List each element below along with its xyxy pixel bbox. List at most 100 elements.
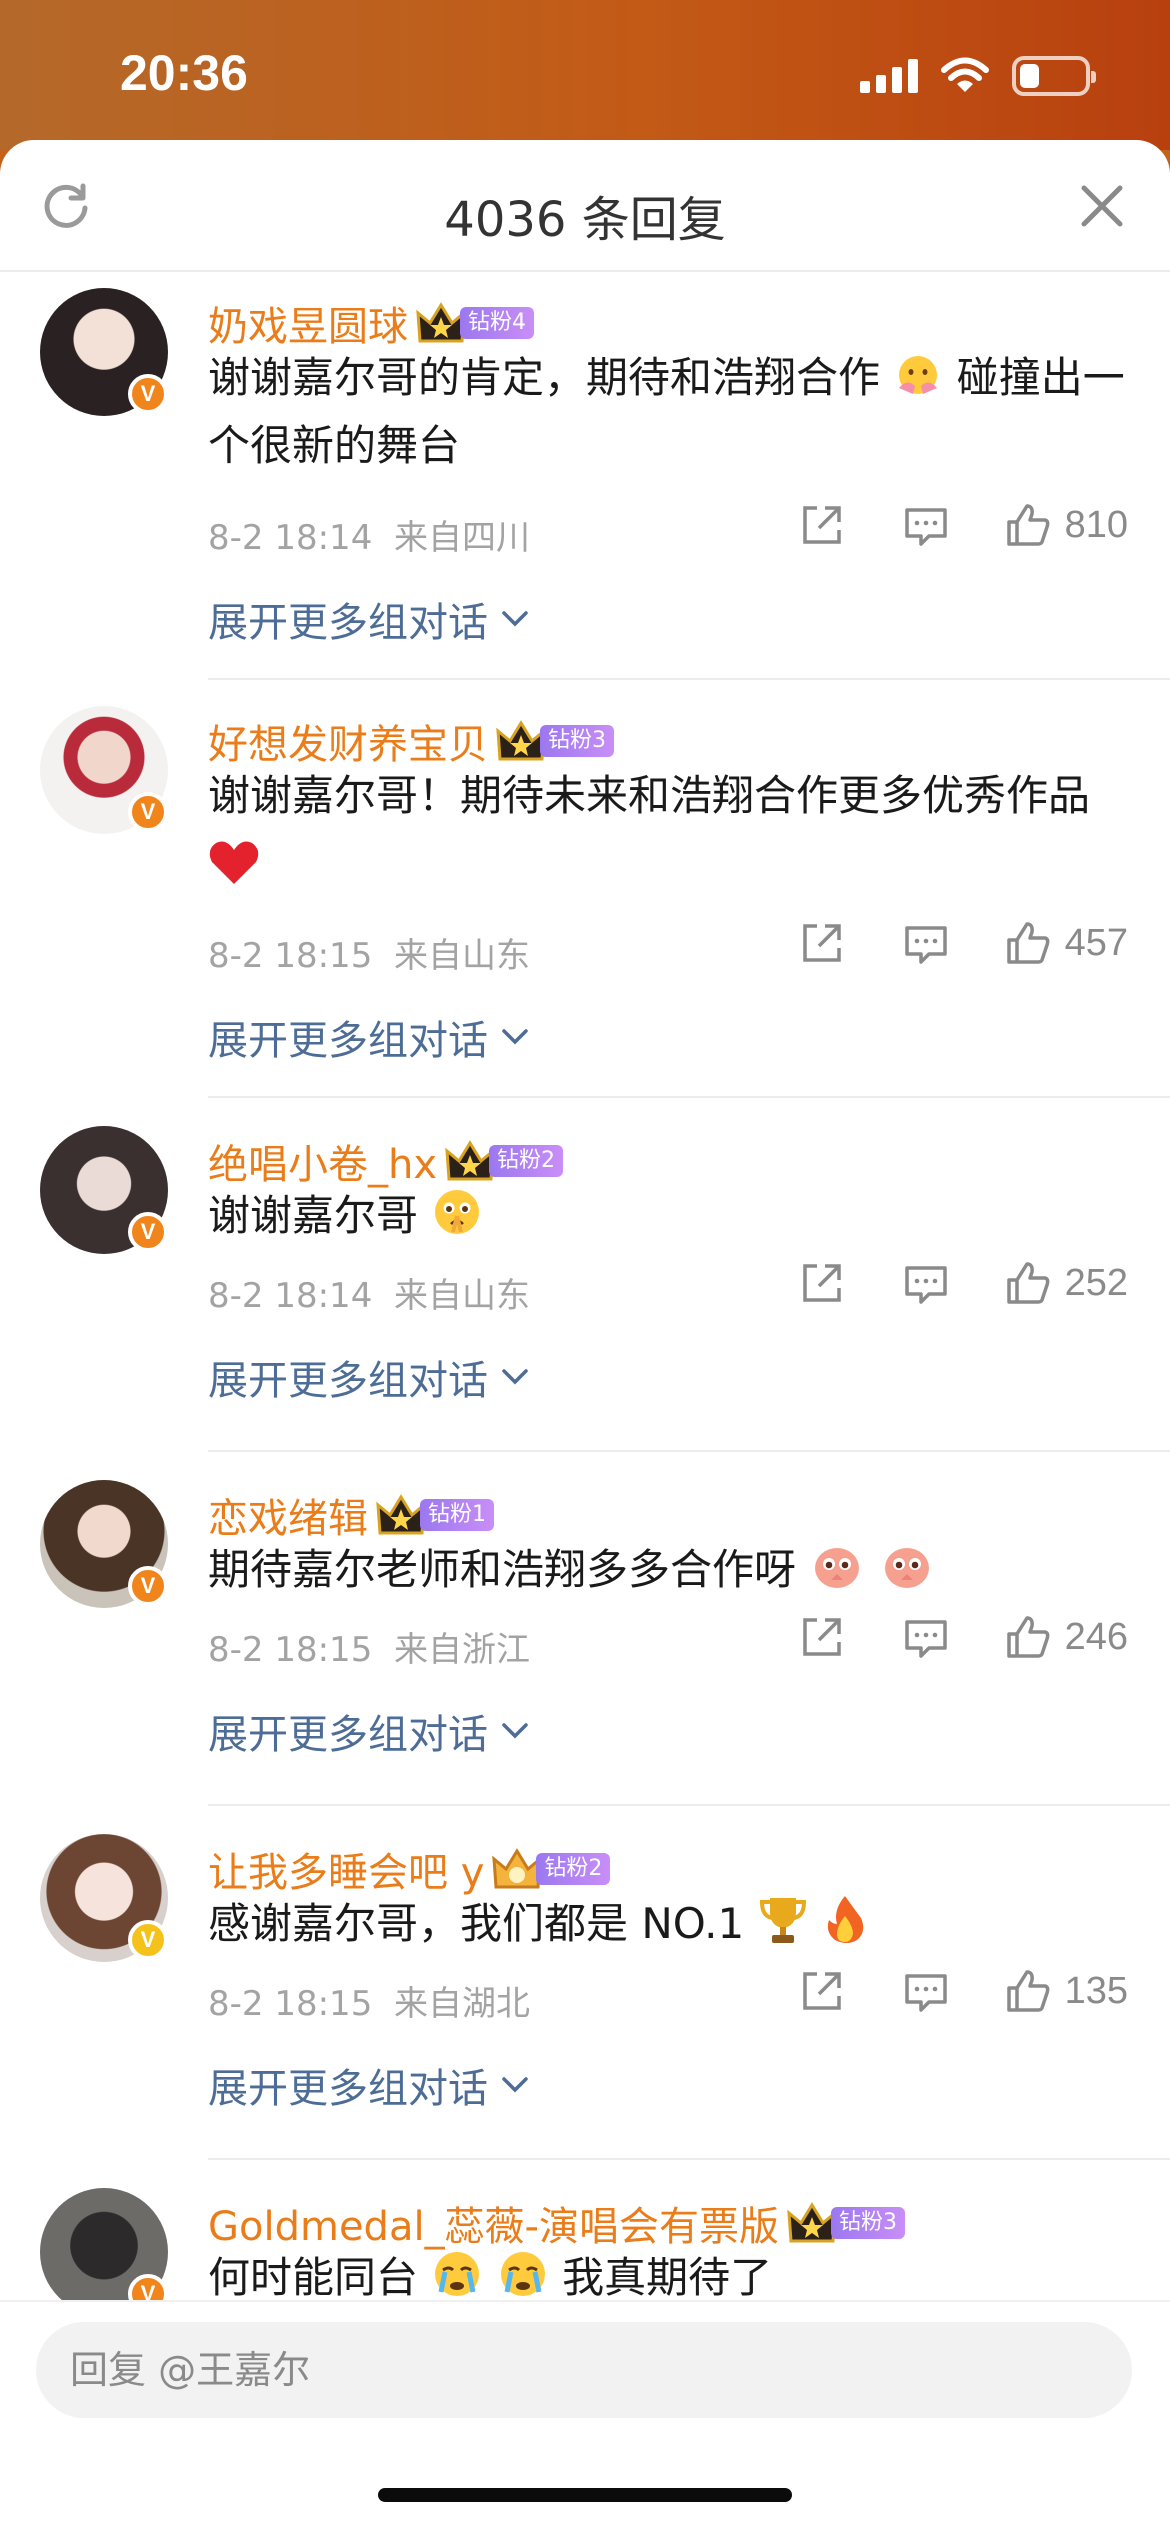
sheet-header: 4036 条回复 xyxy=(0,140,1170,272)
share-icon[interactable] xyxy=(799,920,845,966)
comment-meta: 8-2 18:14 来自山东 xyxy=(208,1268,530,1317)
verified-badge: V xyxy=(128,1212,168,1252)
comment-time: 8-2 18:14 xyxy=(208,518,373,558)
like-icon[interactable] xyxy=(1005,1260,1051,1306)
crown-icon xyxy=(492,1848,543,1889)
expand-label: 展开更多组对话 xyxy=(208,1018,488,1064)
share-icon[interactable] xyxy=(799,502,845,548)
like-icon[interactable] xyxy=(1005,920,1051,966)
comment-time: 8-2 18:15 xyxy=(208,1630,373,1670)
battery-fill xyxy=(1020,64,1039,88)
crying-emoji-icon xyxy=(435,2252,480,2296)
fan-tag: 钻粉4 xyxy=(460,307,534,339)
status-bar: 20:36 xyxy=(0,0,1170,150)
comment-text-part: 谢谢嘉尔哥 xyxy=(208,1191,419,1240)
fan-tag: 钻粉3 xyxy=(540,725,614,757)
sheet-title: 4036 条回复 xyxy=(444,192,726,248)
comment-time: 8-2 18:15 xyxy=(208,1984,373,2024)
chevron-down-icon xyxy=(502,1723,528,1739)
comment-location: 来自山东 xyxy=(393,936,530,976)
reply-bar: 回复 @王嘉尔 xyxy=(0,2300,1170,2532)
verified-badge: V xyxy=(128,374,168,414)
hug-emoji-icon xyxy=(899,356,938,394)
like-icon[interactable] xyxy=(1005,502,1051,548)
share-icon[interactable] xyxy=(799,1614,845,1660)
like-count: 810 xyxy=(1064,503,1128,546)
expand-conversation[interactable]: 展开更多组对话 xyxy=(208,1008,532,1066)
like-count: 246 xyxy=(1064,1615,1128,1658)
pleading-emoji-icon xyxy=(435,1190,480,1234)
like-count: 457 xyxy=(1064,921,1128,964)
comment-time: 8-2 18:14 xyxy=(208,1276,373,1316)
comment-meta: 8-2 18:15 来自山东 xyxy=(208,928,530,977)
home-indicator xyxy=(378,2488,792,2502)
comment-icon[interactable] xyxy=(903,502,949,548)
comment-text: 谢谢嘉尔哥 xyxy=(208,1182,1138,1250)
comment-text-part: 感谢嘉尔哥，我们都是 NO.1 xyxy=(208,1899,745,1948)
fire-icon xyxy=(827,1896,864,1943)
comment-icon[interactable] xyxy=(903,920,949,966)
comment-location: 来自四川 xyxy=(393,518,530,558)
comment-icon[interactable] xyxy=(903,1614,949,1660)
expand-label: 展开更多组对话 xyxy=(208,600,488,646)
comment-actions: 246 xyxy=(799,1614,1128,1660)
expand-label: 展开更多组对话 xyxy=(208,2066,488,2112)
battery-icon xyxy=(1012,56,1096,96)
like-count: 135 xyxy=(1064,1969,1128,2012)
fan-tag: 钻粉2 xyxy=(536,1853,611,1885)
chevron-down-icon xyxy=(502,1029,528,1045)
divider xyxy=(208,1450,1170,1452)
comment-actions: 457 xyxy=(799,920,1128,966)
crown-icon xyxy=(376,1494,426,1535)
crown-icon xyxy=(445,1140,495,1181)
comment-text: 期待嘉尔老师和浩翔多多合作呀 xyxy=(208,1536,1138,1604)
comment-text-part: 谢谢嘉尔哥的肯定，期待和浩翔合作 xyxy=(208,353,881,402)
verified-badge: V xyxy=(128,792,168,832)
divider xyxy=(208,1804,1170,1806)
comment-meta: 8-2 18:15 来自浙江 xyxy=(208,1622,530,1671)
comment-icon[interactable] xyxy=(903,1260,949,1306)
share-icon[interactable] xyxy=(799,1260,845,1306)
chevron-down-icon xyxy=(502,1369,528,1385)
red-heart-icon xyxy=(209,841,259,884)
expand-conversation[interactable]: 展开更多组对话 xyxy=(208,2056,532,2114)
comment-location: 来自山东 xyxy=(393,1276,530,1316)
comment-text-part: 期待嘉尔老师和浩翔多多合作呀 xyxy=(208,1545,797,1594)
comment-text: 感谢嘉尔哥，我们都是 NO.1 xyxy=(208,1890,1138,1958)
expand-conversation[interactable]: 展开更多组对话 xyxy=(208,1348,532,1406)
comment-location: 来自湖北 xyxy=(393,1984,530,2024)
divider xyxy=(208,678,1170,680)
comment-time: 8-2 18:15 xyxy=(208,936,373,976)
comment-actions: 252 xyxy=(799,1260,1128,1306)
comment-text-part: 谢谢嘉尔哥！期待未来和浩翔合作更多优秀作品 xyxy=(208,771,1091,820)
fan-tag: 钻粉3 xyxy=(831,2207,905,2239)
divider xyxy=(208,2158,1170,2160)
like-icon[interactable] xyxy=(1005,1968,1051,2014)
crown-icon xyxy=(787,2202,837,2243)
comment-meta: 8-2 18:14 来自四川 xyxy=(208,510,530,559)
reply-input[interactable]: 回复 @王嘉尔 xyxy=(36,2322,1132,2418)
fan-tag: 钻粉1 xyxy=(420,1499,494,1531)
expand-conversation[interactable]: 展开更多组对话 xyxy=(208,590,532,648)
crown-icon xyxy=(416,302,466,343)
expand-conversation[interactable]: 展开更多组对话 xyxy=(208,1702,532,1760)
close-icon[interactable] xyxy=(1076,180,1128,232)
divider xyxy=(208,1096,1170,1098)
comment-text-part: 何时能同台 xyxy=(208,2253,419,2302)
verified-badge: V xyxy=(128,1920,168,1960)
like-icon[interactable] xyxy=(1005,1614,1051,1660)
status-time: 20:36 xyxy=(120,45,248,101)
expand-label: 展开更多组对话 xyxy=(208,1358,488,1404)
like-count: 252 xyxy=(1064,1261,1128,1304)
comment-text: 谢谢嘉尔哥！期待未来和浩翔合作更多优秀作品 xyxy=(208,762,1138,898)
status-icons xyxy=(860,54,1096,98)
comment-location: 来自浙江 xyxy=(393,1630,530,1670)
chevron-down-icon xyxy=(502,2077,528,2093)
crown-icon xyxy=(496,720,546,761)
share-icon[interactable] xyxy=(799,1968,845,2014)
expand-label: 展开更多组对话 xyxy=(208,1712,488,1758)
wifi-icon xyxy=(941,57,989,92)
comment-actions: 135 xyxy=(799,1968,1128,2014)
trophy-icon xyxy=(759,1898,806,1943)
comment-icon[interactable] xyxy=(903,1968,949,2014)
